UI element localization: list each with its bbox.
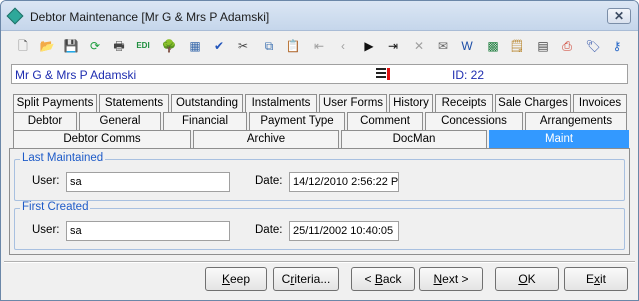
first-created-user-label: User: xyxy=(32,224,60,236)
last-maintained-date-label: Date: xyxy=(255,175,283,187)
new-document-icon[interactable]: 🗋 xyxy=(15,38,31,54)
delete-icon[interactable]: ✕ xyxy=(411,38,427,54)
tab-instalments[interactable]: Instalments xyxy=(245,94,317,112)
last-maintained-user-field[interactable]: sa xyxy=(66,172,230,192)
save-icon[interactable]: 💾 xyxy=(63,38,79,54)
debtor-id: ID: 22 xyxy=(452,68,485,82)
debtor-notes-icon[interactable] xyxy=(376,68,390,81)
next-record-icon[interactable]: ▶ xyxy=(361,38,377,54)
tab-concessions[interactable]: Concessions xyxy=(425,112,523,130)
footer-separator xyxy=(4,261,635,263)
last-record-icon[interactable]: ⇥ xyxy=(385,38,401,54)
excel-icon[interactable]: ▩ xyxy=(485,38,501,54)
ok-label-hotkey: O xyxy=(518,272,528,286)
ok-label-suffix: K xyxy=(527,272,536,286)
title-bar: Debtor Maintenance [Mr G & Mrs P Adamski… xyxy=(1,1,638,31)
tab-debtor[interactable]: Debtor xyxy=(13,112,77,130)
first-created-title: First Created xyxy=(20,201,91,213)
last-maintained-user-label: User: xyxy=(32,175,60,187)
print-icon[interactable]: 🖶 xyxy=(111,38,127,54)
back-label-suffix: ack xyxy=(382,272,402,286)
keep-label-hotkey: K xyxy=(221,272,230,286)
tab-comment[interactable]: Comment xyxy=(347,112,423,130)
tab-financial[interactable]: Financial xyxy=(163,112,247,130)
tab-general[interactable]: General xyxy=(79,112,161,130)
maint-tab-panel: Last Maintained User: sa Date: 14/12/201… xyxy=(9,148,630,255)
debtor-header: Mr G & Mrs P Adamski ID: 22 xyxy=(11,64,628,84)
tab-payment-type[interactable]: Payment Type xyxy=(249,112,345,130)
toolbar: 🗋 📂 💾 ⟳ 🖶 EDI 🌳 ▦ ✔ ✂ ⧉ 📋 ⇤ ‹ ▶ ⇥ ✕ ✉ W ▩ 🗒 ▤ ⎙ 🏷 ⚷ xyxy=(1,32,638,60)
close-window-button[interactable]: ✕ xyxy=(607,8,631,24)
next-label-suffix: ext > xyxy=(442,272,469,286)
tab-maint[interactable]: Maint xyxy=(489,130,629,148)
tab-split-payments[interactable]: Split Payments xyxy=(13,94,97,112)
tab-sale-charges[interactable]: Sale Charges xyxy=(495,94,571,112)
last-maintained-group: Last Maintained User: sa Date: 14/12/201… xyxy=(14,152,625,201)
calculator-icon[interactable]: ▦ xyxy=(187,38,203,54)
last-maintained-title: Last Maintained xyxy=(20,152,106,164)
back-label-hotkey: B xyxy=(374,272,383,286)
calendar-icon[interactable]: ▤ xyxy=(535,38,551,54)
window-title: Debtor Maintenance [Mr G & Mrs P Adamski… xyxy=(30,10,270,24)
next-label-hotkey: N xyxy=(433,272,443,286)
previous-record-icon[interactable]: ‹ xyxy=(335,38,351,54)
last-maintained-date-field[interactable]: 14/12/2010 2:56:22 PM xyxy=(289,172,399,192)
inbox-icon[interactable]: ⎙ xyxy=(559,38,575,54)
exit-label-suffix: it xyxy=(600,272,606,286)
refresh-icon[interactable]: ⟳ xyxy=(87,38,103,54)
keep-label-suffix: eep xyxy=(229,272,251,286)
first-created-date-field[interactable]: 25/11/2002 10:40:05 xyxy=(289,221,399,241)
tab-debtor-comms[interactable]: Debtor Comms xyxy=(13,130,191,148)
debtor-name: Mr G & Mrs P Adamski xyxy=(15,68,137,82)
copy-icon[interactable]: ⧉ xyxy=(261,38,277,54)
tab-user-forms[interactable]: User Forms xyxy=(319,94,387,112)
email-icon[interactable]: ✉ xyxy=(435,38,451,54)
edi-icon[interactable]: EDI xyxy=(135,38,151,54)
tab-docman[interactable]: DocMan xyxy=(341,130,487,148)
cut-icon[interactable]: ✂ xyxy=(235,38,251,54)
app-diamond-icon xyxy=(6,7,24,25)
back-label-prefix: < xyxy=(364,272,375,286)
tab-invoices[interactable]: Invoices xyxy=(573,94,627,112)
next-button[interactable]: Next > xyxy=(419,267,483,291)
ok-button[interactable]: OK xyxy=(495,267,559,291)
exit-label-prefix: E xyxy=(585,272,594,286)
open-folder-icon[interactable]: 📂 xyxy=(39,38,55,54)
tab-receipts[interactable]: Receipts xyxy=(435,94,493,112)
key-icon[interactable]: ⚷ xyxy=(609,38,625,54)
tag-icon[interactable]: 🏷 xyxy=(585,38,601,54)
tab-statements[interactable]: Statements xyxy=(99,94,169,112)
word-icon[interactable]: W xyxy=(459,38,475,54)
criteria-label-suffix: iteria... xyxy=(294,272,331,286)
keep-button[interactable]: Keep xyxy=(205,267,267,291)
back-button[interactable]: < Back xyxy=(351,267,415,291)
first-record-icon[interactable]: ⇤ xyxy=(311,38,327,54)
tab-archive[interactable]: Archive xyxy=(193,130,339,148)
tab-arrangements[interactable]: Arrangements xyxy=(525,112,627,130)
tab-history[interactable]: History xyxy=(389,94,433,112)
first-created-group: First Created User: sa Date: 25/11/2002 … xyxy=(14,201,625,250)
spell-check-icon[interactable]: ✔ xyxy=(211,38,227,54)
notes-icon[interactable]: 🗒 xyxy=(509,38,525,54)
exit-button[interactable]: Exit xyxy=(564,267,628,291)
debtor-maintenance-window: Debtor Maintenance [Mr G & Mrs P Adamski… xyxy=(0,0,639,301)
tab-outstanding[interactable]: Outstanding xyxy=(171,94,243,112)
first-created-user-field[interactable]: sa xyxy=(66,221,230,241)
paste-icon[interactable]: 📋 xyxy=(285,38,301,54)
tree-icon[interactable]: 🌳 xyxy=(161,38,177,54)
criteria-button[interactable]: Criteria... xyxy=(273,267,339,291)
first-created-date-label: Date: xyxy=(255,224,283,236)
